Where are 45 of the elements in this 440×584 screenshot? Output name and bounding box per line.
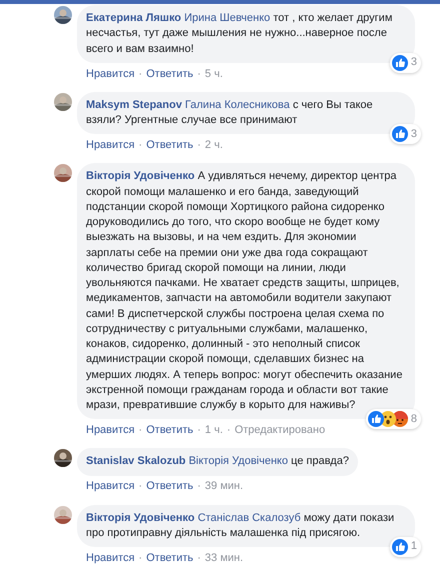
mention-link[interactable]: Станіслав Скалозуб xyxy=(198,512,301,524)
timestamp: 2 ч. xyxy=(204,138,223,154)
thumbs-up-icon xyxy=(368,411,384,428)
separator-dot: · xyxy=(196,479,202,494)
reaction-count: 1 xyxy=(410,539,417,554)
angry-face-icon xyxy=(392,411,408,428)
action-link[interactable]: Нравится xyxy=(86,423,135,438)
action-link[interactable]: Ответить xyxy=(146,138,194,154)
thumbs-up-icon xyxy=(392,54,408,71)
comment-bubble: Stanislav Skalozub Вікторія Удовіченко це правда? xyxy=(77,448,358,476)
action-link[interactable]: Нравится xyxy=(86,550,135,566)
separator-dot: · xyxy=(138,66,144,82)
mention-link[interactable]: Вікторія Удовіченко xyxy=(188,455,288,468)
timestamp: Отредактировано xyxy=(234,423,326,438)
separator-dot: · xyxy=(138,550,144,566)
author-link[interactable]: Stanislav Skalozub xyxy=(86,455,186,468)
separator-dot: · xyxy=(138,423,144,438)
thumbs-up-icon xyxy=(392,539,408,555)
action-link[interactable]: Нравится xyxy=(86,138,135,154)
timestamp: 1 ч. xyxy=(204,423,223,438)
surprised-face-icon xyxy=(380,411,396,428)
author-link[interactable]: Вікторія Удовіченко xyxy=(86,170,195,182)
separator-dot: · xyxy=(196,138,202,154)
action-link[interactable]: Ответить xyxy=(146,423,194,438)
reaction-count: 3 xyxy=(410,55,417,70)
separator-dot: · xyxy=(196,550,202,566)
action-link[interactable]: Нравится xyxy=(86,479,135,495)
author-link[interactable]: Вікторія Удовіченко xyxy=(86,512,195,524)
timestamp: 39 мин. xyxy=(204,479,244,494)
action-link[interactable]: Нравится xyxy=(86,66,135,82)
author-link[interactable]: Maksym Stepanov xyxy=(86,98,182,111)
separator-dot: · xyxy=(196,66,202,82)
action-link[interactable]: Ответить xyxy=(146,66,194,82)
thumbs-up-icon xyxy=(392,126,408,142)
action-link[interactable]: Ответить xyxy=(146,550,194,566)
timestamp: 5 ч. xyxy=(204,66,223,82)
separator-dot: · xyxy=(138,138,144,154)
action-link[interactable]: Ответить xyxy=(146,479,194,495)
separator-dot: · xyxy=(226,423,232,438)
author-link[interactable]: Екатерина Ляшко xyxy=(86,12,182,24)
separator-dot: · xyxy=(196,423,202,438)
mention-link[interactable]: Галина Колесникова xyxy=(185,98,290,111)
separator-dot: · xyxy=(138,479,144,494)
mention-link[interactable]: Ирина Шевченко xyxy=(184,12,270,24)
timestamp: 33 мин. xyxy=(204,550,244,566)
